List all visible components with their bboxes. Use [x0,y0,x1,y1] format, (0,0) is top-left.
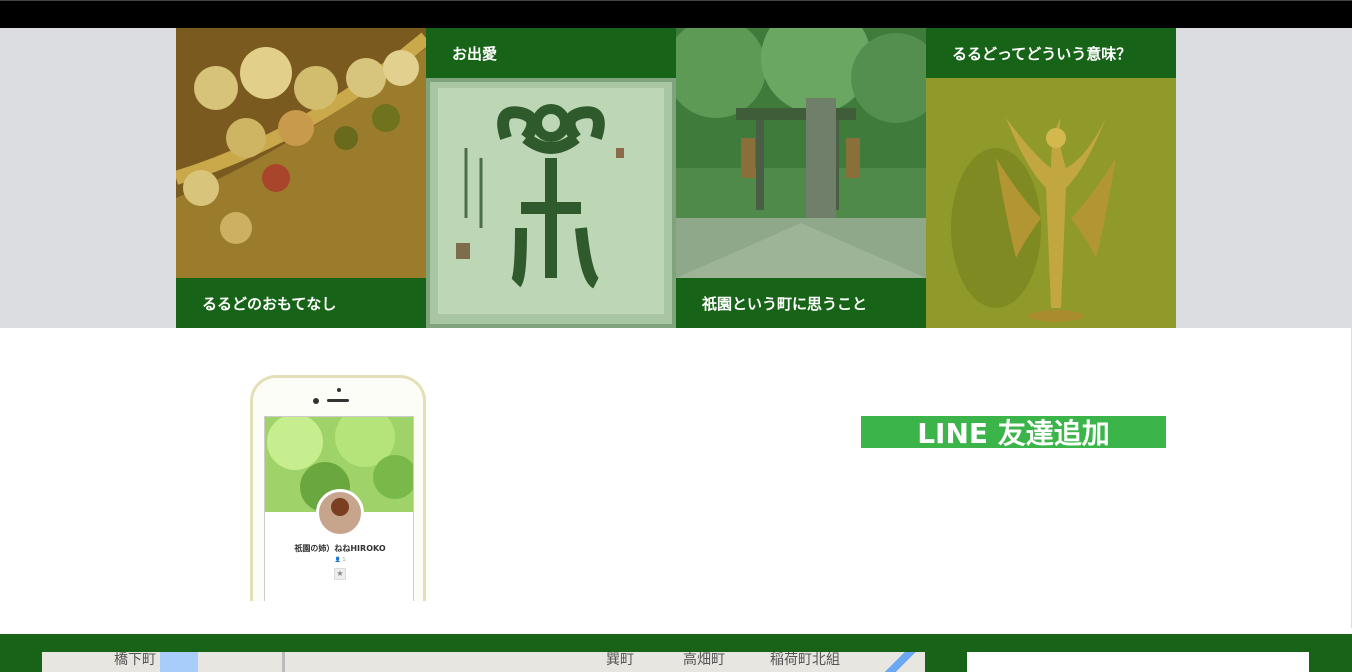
tile-label: お出愛 [426,28,676,78]
tile-omotenashi[interactable]: るるどのおもてなし [176,28,426,328]
featured-tiles: るるどのおもてなし お出愛 祇園という町に思うこと るるどってどういう意味？ [176,28,1176,328]
map-road [282,652,285,672]
map-place-label: 橋下町 [114,652,156,668]
flowers-image [176,28,426,278]
angel-statue-image [926,78,1176,328]
tile-meaning[interactable]: るるどってどういう意味？ [926,28,1176,328]
map-place-label: 高畑町 [683,652,725,668]
profile-name: 祇園の姉）ねねHIROKO [294,544,386,553]
line-add-friend-button[interactable]: LINE 友達追加 [861,416,1166,450]
profile-sub: 👤 1 [334,557,346,563]
avatar [316,489,364,537]
tile-gion[interactable]: 祇園という町に思うこと [676,28,926,328]
line-section [0,328,1352,628]
map-river [872,652,925,672]
phone-mockup: 祇園の姉）ねねHIROKO 👤 1 ★ [250,375,426,601]
speaker-icon [327,399,349,402]
line-profile-screen: 祇園の姉）ねねHIROKO 👤 1 ★ [264,416,414,601]
map-embed[interactable]: 橋下町 巽町 高畑町 稲荷町北組 [42,652,925,672]
sensor-icon [337,388,341,392]
top-bar [0,0,1352,28]
calligraphy-image [426,78,676,328]
camera-icon [313,398,319,404]
tile-label: るるどのおもてなし [176,278,426,328]
map-water [160,652,198,672]
star-icon: ★ [334,568,346,580]
map-place-label: 巽町 [606,652,634,668]
sidebar-widget [967,652,1309,672]
shrine-image [676,28,926,278]
map-place-label: 稲荷町北組 [770,652,840,668]
tile-odeai[interactable]: お出愛 [426,28,676,328]
tile-label: 祇園という町に思うこと [676,278,926,328]
tile-label: るるどってどういう意味？ [926,28,1176,78]
